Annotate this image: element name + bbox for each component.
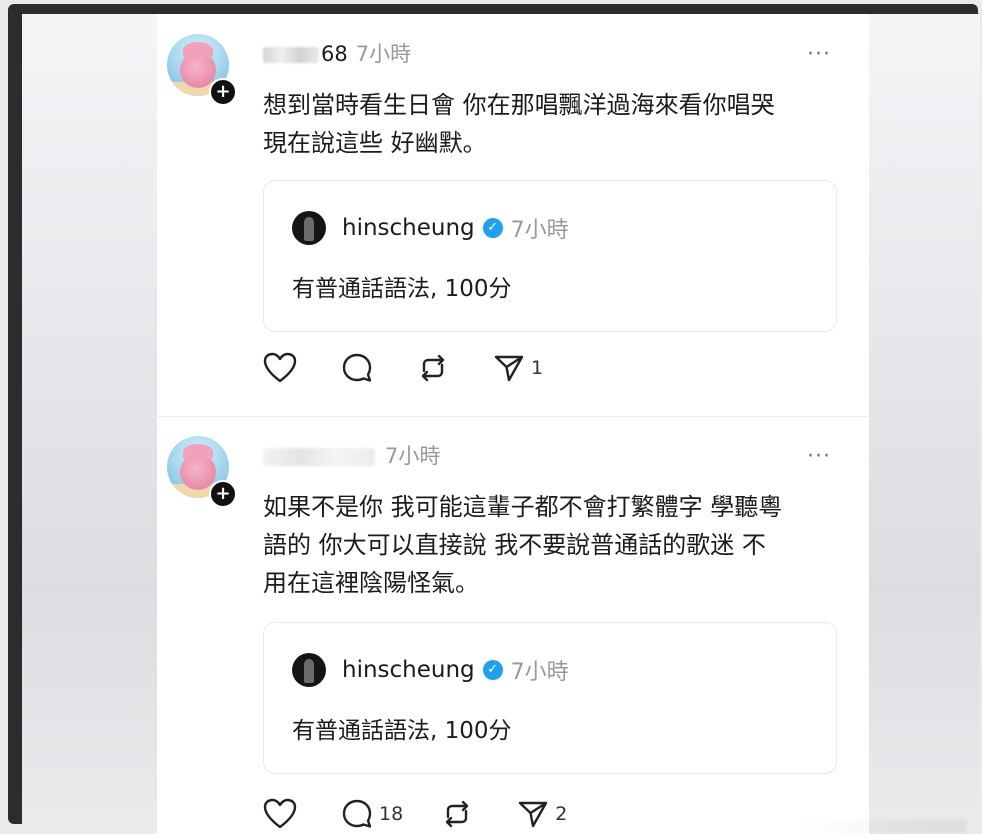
- quoted-post[interactable]: hinscheung ✓ 7小時 有普通話語法, 100分: [263, 180, 837, 332]
- comment-icon: [342, 353, 372, 382]
- plus-icon[interactable]: +: [209, 78, 237, 106]
- post-body-line: 如果不是你 我可能這輩子都不會打繁體字 學聽粵: [263, 493, 783, 521]
- reply-button[interactable]: 18: [341, 798, 403, 830]
- quoted-text: 有普通話語法, 100分: [292, 276, 512, 302]
- post-body-line: 語的 你大可以直接說 我不要說普通話的歌迷 不: [263, 531, 766, 559]
- quoted-username[interactable]: hinscheung: [342, 215, 475, 241]
- screen: + 68 7小時 ··· 想到當時看生日會 你在那唱飄洋過海來看你唱哭 現在說這些…: [22, 14, 980, 834]
- post-body: 如果不是你 我可能這輩子都不會打繁體字 學聽粵 語的 你大可以直接說 我不要說普…: [263, 488, 835, 602]
- device-frame: + 68 7小時 ··· 想到當時看生日會 你在那唱飄洋過海來看你唱哭 現在說這些…: [8, 4, 980, 834]
- watermark: [796, 820, 966, 834]
- blurred-username: [263, 47, 319, 63]
- post-body: 想到當時看生日會 你在那唱飄洋過海來看你唱哭 現在說這些 好幽默。: [263, 86, 835, 162]
- repost-icon: [421, 354, 445, 382]
- plus-icon[interactable]: +: [209, 480, 237, 508]
- like-button[interactable]: [263, 798, 303, 830]
- send-icon: [518, 801, 548, 828]
- quoted-post-header: hinscheung ✓ 7小時: [292, 211, 569, 245]
- verified-icon: ✓: [482, 660, 503, 680]
- quoted-post-header: hinscheung ✓ 7小時: [292, 653, 569, 687]
- share-count: 1: [531, 357, 544, 379]
- quoted-avatar[interactable]: [292, 211, 326, 245]
- reply-feed[interactable]: + 68 7小時 ··· 想到當時看生日會 你在那唱飄洋過海來看你唱哭 現在說這些…: [157, 14, 869, 834]
- repost-button[interactable]: [417, 352, 455, 384]
- quoted-time: 7小時: [510, 218, 569, 243]
- heart-icon: [263, 352, 297, 383]
- post-username[interactable]: 68 7小時: [263, 38, 411, 68]
- blurred-username: [263, 448, 375, 466]
- post-time: 7小時: [385, 444, 441, 468]
- share-button[interactable]: 2: [517, 798, 567, 830]
- post-username[interactable]: 7小時: [263, 440, 440, 470]
- send-icon: [494, 355, 524, 382]
- like-button[interactable]: [263, 352, 303, 384]
- post-actions: 1: [263, 348, 581, 388]
- more-options-icon[interactable]: ···: [807, 42, 831, 67]
- quoted-avatar[interactable]: [292, 653, 326, 687]
- left-margin: [22, 14, 162, 834]
- comment-icon: [342, 799, 372, 828]
- more-options-icon[interactable]: ···: [807, 444, 831, 469]
- post-body-line: 現在說這些 好幽默。: [263, 129, 487, 157]
- repost-icon: [445, 800, 469, 828]
- share-count: 2: [555, 803, 568, 825]
- reply-post[interactable]: + 7小時 ··· 如果不是你 我可能這輩子都不會打繁體字 學聽粵 語的 你大可…: [157, 416, 869, 834]
- post-actions: 18 2: [263, 794, 605, 834]
- verified-icon: ✓: [482, 218, 503, 238]
- repost-button[interactable]: [441, 798, 479, 830]
- post-body-line: 用在這裡陰陽怪氣。: [263, 569, 479, 597]
- quoted-post[interactable]: hinscheung ✓ 7小時 有普通話語法, 100分: [263, 622, 837, 774]
- quoted-text: 有普通話語法, 100分: [292, 718, 512, 744]
- reply-button[interactable]: [341, 352, 379, 384]
- reply-post[interactable]: + 68 7小時 ··· 想到當時看生日會 你在那唱飄洋過海來看你唱哭 現在說這些…: [157, 14, 869, 416]
- post-time: 7小時: [355, 42, 412, 66]
- quoted-username[interactable]: hinscheung: [342, 657, 475, 683]
- heart-icon: [263, 798, 297, 829]
- post-body-line: 想到當時看生日會 你在那唱飄洋過海來看你唱哭: [263, 91, 775, 119]
- share-button[interactable]: 1: [493, 352, 543, 384]
- reply-count: 18: [379, 803, 404, 825]
- quoted-time: 7小時: [510, 660, 569, 685]
- username-visible: 68: [321, 42, 348, 66]
